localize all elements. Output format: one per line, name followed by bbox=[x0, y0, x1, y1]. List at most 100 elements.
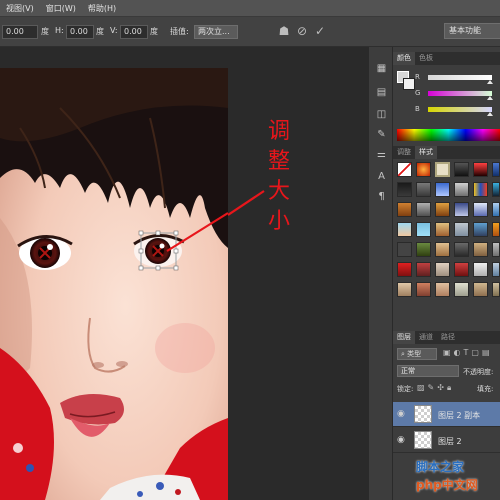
canvas-area[interactable]: 调 整 大 小 bbox=[0, 47, 368, 500]
g-thumb[interactable] bbox=[487, 96, 493, 100]
history-icon[interactable]: ▦ bbox=[374, 61, 389, 76]
style-swatch[interactable] bbox=[454, 282, 469, 297]
r-gradient[interactable] bbox=[428, 75, 492, 80]
b-label: B bbox=[415, 105, 420, 113]
style-swatch[interactable] bbox=[454, 262, 469, 277]
menu-view[interactable]: 视图(V) bbox=[0, 3, 40, 14]
style-swatch[interactable] bbox=[492, 182, 500, 197]
style-swatch[interactable] bbox=[454, 222, 469, 237]
b-slider[interactable]: B bbox=[415, 105, 500, 116]
style-swatch[interactable] bbox=[492, 202, 500, 217]
character-icon[interactable]: A bbox=[374, 169, 389, 184]
annotation-text: 调 整 大 小 bbox=[264, 117, 294, 237]
tab-styles[interactable]: 样式 bbox=[415, 146, 437, 159]
style-swatch[interactable] bbox=[435, 182, 450, 197]
workspace-select[interactable]: 基本功能 bbox=[444, 23, 500, 39]
style-swatch[interactable] bbox=[397, 162, 412, 177]
g-slider[interactable]: G bbox=[415, 89, 500, 100]
properties-icon[interactable]: ◫ bbox=[374, 107, 389, 122]
lock-label: 锁定: bbox=[397, 385, 414, 393]
x-rotation-field[interactable]: 0.00 bbox=[2, 25, 38, 39]
v-skew-field[interactable]: 0.00 bbox=[120, 25, 148, 39]
style-swatch[interactable] bbox=[473, 242, 488, 257]
layer-thumbnail bbox=[414, 431, 432, 449]
layer-row[interactable]: ◉ 图层 2 bbox=[393, 428, 500, 453]
tab-adjustments[interactable]: 调整 bbox=[393, 146, 415, 159]
style-swatch[interactable] bbox=[435, 262, 450, 277]
r-slider[interactable]: R bbox=[415, 73, 500, 84]
style-swatch[interactable] bbox=[416, 262, 431, 277]
layer-kind-filter[interactable]: ⌕ 类型 bbox=[397, 348, 437, 360]
style-swatch[interactable] bbox=[454, 202, 469, 217]
style-swatch[interactable] bbox=[435, 162, 450, 177]
actions-icon[interactable]: ▤ bbox=[374, 85, 389, 100]
style-swatch[interactable] bbox=[416, 202, 431, 217]
style-swatch[interactable] bbox=[397, 242, 412, 257]
style-swatch[interactable] bbox=[435, 202, 450, 217]
style-swatch[interactable] bbox=[473, 162, 488, 177]
style-swatch[interactable] bbox=[492, 162, 500, 177]
tab-paths[interactable]: 路径 bbox=[437, 331, 459, 344]
style-swatch[interactable] bbox=[454, 182, 469, 197]
style-swatch[interactable] bbox=[473, 202, 488, 217]
style-swatch[interactable] bbox=[473, 262, 488, 277]
color-panel-tabs: 颜色 色板 bbox=[393, 52, 500, 65]
background-swatch[interactable] bbox=[403, 78, 415, 90]
layer-name: 图层 2 bbox=[438, 437, 462, 446]
style-swatch[interactable] bbox=[416, 182, 431, 197]
style-swatch[interactable] bbox=[492, 282, 500, 297]
menu-bar: 视图(V) 窗口(W) 帮助(H) bbox=[0, 0, 500, 17]
brush-icon[interactable]: ✎ bbox=[374, 127, 389, 142]
cancel-transform-icon[interactable]: ⊘ bbox=[294, 23, 310, 39]
paragraph-icon[interactable]: ¶ bbox=[374, 189, 389, 204]
style-swatch[interactable] bbox=[435, 282, 450, 297]
style-swatch[interactable] bbox=[492, 262, 500, 277]
eye-icon[interactable]: ◉ bbox=[397, 435, 405, 445]
layer-name: 图层 2 副本 bbox=[438, 411, 481, 420]
style-swatch[interactable] bbox=[435, 242, 450, 257]
brush-presets-icon[interactable]: ⚌ bbox=[374, 147, 389, 162]
style-swatch[interactable] bbox=[416, 222, 431, 237]
menu-help[interactable]: 帮助(H) bbox=[82, 3, 122, 14]
layer-kind-label: 类型 bbox=[407, 350, 422, 358]
style-swatch[interactable] bbox=[454, 162, 469, 177]
style-swatch[interactable] bbox=[473, 182, 488, 197]
tab-color[interactable]: 颜色 bbox=[393, 52, 415, 65]
style-swatch[interactable] bbox=[435, 222, 450, 237]
style-swatch[interactable] bbox=[473, 282, 488, 297]
color-spectrum[interactable] bbox=[397, 129, 500, 141]
style-swatch[interactable] bbox=[473, 222, 488, 237]
fill-label: 填充: bbox=[477, 385, 494, 393]
style-swatch[interactable] bbox=[492, 222, 500, 237]
menu-window[interactable]: 窗口(W) bbox=[40, 3, 82, 14]
style-swatch[interactable] bbox=[397, 222, 412, 237]
style-swatch[interactable] bbox=[397, 202, 412, 217]
photo-canvas[interactable] bbox=[0, 68, 228, 500]
warp-icon[interactable]: ☗ bbox=[276, 23, 292, 39]
annotation-char: 大 bbox=[267, 179, 290, 204]
blend-mode-select[interactable]: 正常 bbox=[397, 365, 459, 377]
commit-transform-icon[interactable]: ✓ bbox=[312, 23, 328, 39]
style-swatch[interactable] bbox=[454, 242, 469, 257]
style-swatch[interactable] bbox=[397, 282, 412, 297]
tab-swatches[interactable]: 色板 bbox=[415, 52, 437, 65]
style-swatch[interactable] bbox=[397, 182, 412, 197]
style-swatch[interactable] bbox=[416, 162, 431, 177]
interpolation-select[interactable]: 两次立... bbox=[194, 25, 238, 39]
r-thumb[interactable] bbox=[487, 80, 493, 84]
style-swatch[interactable] bbox=[492, 242, 500, 257]
layer-row-selected[interactable]: ◉ 图层 2 副本 bbox=[393, 402, 500, 427]
style-swatch[interactable] bbox=[416, 282, 431, 297]
annotation-arrow bbox=[228, 190, 265, 216]
layer-thumbnail bbox=[414, 405, 432, 423]
tab-channels[interactable]: 通道 bbox=[415, 331, 437, 344]
style-swatch[interactable] bbox=[397, 262, 412, 277]
g-gradient[interactable] bbox=[428, 91, 492, 96]
lock-icons: ▨✎✣🔒︎ bbox=[417, 383, 455, 392]
h-skew-field[interactable]: 0.00 bbox=[66, 25, 94, 39]
tab-layers[interactable]: 图层 bbox=[393, 331, 415, 344]
eye-icon[interactable]: ◉ bbox=[397, 409, 405, 419]
style-swatch[interactable] bbox=[416, 242, 431, 257]
b-thumb[interactable] bbox=[487, 112, 493, 116]
b-gradient[interactable] bbox=[428, 107, 492, 112]
